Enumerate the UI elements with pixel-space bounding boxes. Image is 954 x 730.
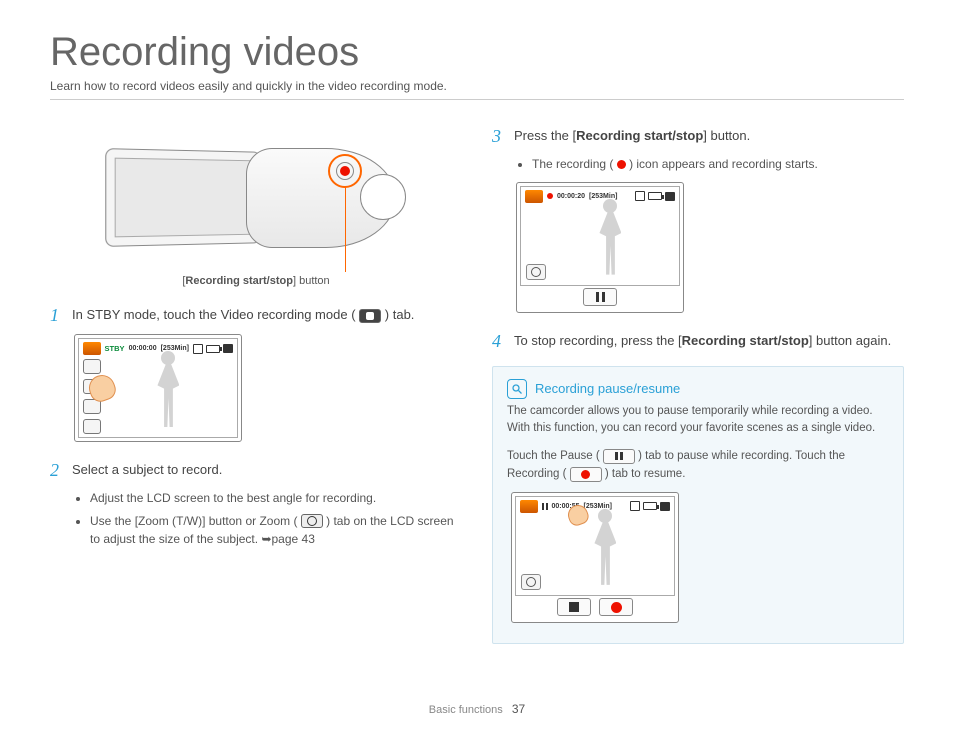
record-button-highlight [328,154,362,188]
step-4-number: 4 [492,331,506,352]
tip-box: Recording pause/resume The camcorder all… [492,366,904,644]
record-icon [570,467,602,482]
side-button-1[interactable] [83,359,101,374]
step-3-bullets: The recording ( ) icon appears and recor… [518,155,904,174]
card-icon [193,344,203,354]
lcd2-time: 00:00:20 [557,193,585,200]
tip-instruction: Touch the Pause ( ) tab to pause while r… [507,447,889,484]
camcorder-lcd [105,148,260,247]
page-footer: Basic functions 37 [0,702,954,716]
step-2-text: Select a subject to record. [72,460,222,481]
step-3-bullet-1: The recording ( ) icon appears and recor… [532,155,904,174]
card-icon [630,501,640,511]
stby-label: STBY [105,344,125,353]
smart-badge-icon [525,190,543,203]
zoom-icon [301,514,323,528]
lcd-screenshot-paused: 00:00:55 [253Min] [511,492,679,623]
page-title: Recording videos [50,30,904,75]
record-dot-icon [617,160,626,169]
tip-title: Recording pause/resume [535,381,680,396]
subject-silhouette [589,199,629,283]
footer-page-number: 37 [512,702,525,716]
stop-button[interactable] [557,598,591,616]
lcd-screenshot-stby: STBY 00:00:00 [253Min] [74,334,242,442]
video-mode-icon [359,309,381,323]
storage-icon [223,344,233,353]
battery-icon [206,345,220,353]
camcorder-lens [360,174,406,220]
subject-silhouette [584,509,624,593]
callout-line [345,186,347,272]
side-button-4[interactable] [83,419,101,434]
card-icon [635,191,645,201]
step-1-text: In STBY mode, touch the Video recording … [72,305,414,326]
battery-icon [643,502,657,510]
page-subtitle: Learn how to record videos easily and qu… [50,79,904,100]
pause-icon [603,449,635,464]
battery-icon [648,192,662,200]
zoom-button[interactable] [521,574,541,590]
step-3-text: Press the [Recording start/stop] button. [514,126,750,147]
step-3: 3 Press the [Recording start/stop] butto… [492,126,904,147]
tip-body: The camcorder allows you to pause tempor… [507,403,889,438]
step-4: 4 To stop recording, press the [Recordin… [492,331,904,352]
step-4-text: To stop recording, press the [Recording … [514,331,891,352]
storage-icon [660,502,670,511]
step-2: 2 Select a subject to record. [50,460,462,481]
pause-button[interactable] [583,288,617,306]
rec-indicator-icon [547,193,553,199]
step-2-number: 2 [50,460,64,481]
step-2-bullet-1: Adjust the LCD screen to the best angle … [90,489,462,508]
step-1: 1 In STBY mode, touch the Video recordin… [50,305,462,326]
step-3-number: 3 [492,126,506,147]
caption-suffix: ] button [293,275,330,287]
camcorder-caption: [Recording start/stop] button [50,275,462,287]
caption-label: Recording start/stop [185,275,293,287]
smart-badge-icon [520,500,538,513]
step-1-number: 1 [50,305,64,326]
lcd-screenshot-recording: 00:00:20 [253Min] [516,182,684,313]
step-2-bullets: Adjust the LCD screen to the best angle … [76,489,462,549]
step-2-bullet-2: Use the [Zoom (T/W)] button or Zoom ( ) … [90,512,462,549]
magnifier-icon [507,379,527,399]
storage-icon [665,192,675,201]
record-button[interactable] [599,598,633,616]
footer-section: Basic functions [429,704,503,716]
zoom-button[interactable] [526,264,546,280]
camcorder-illustration: [Recording start/stop] button [50,130,462,287]
subject-silhouette [147,351,187,435]
smart-badge-icon [83,342,101,355]
